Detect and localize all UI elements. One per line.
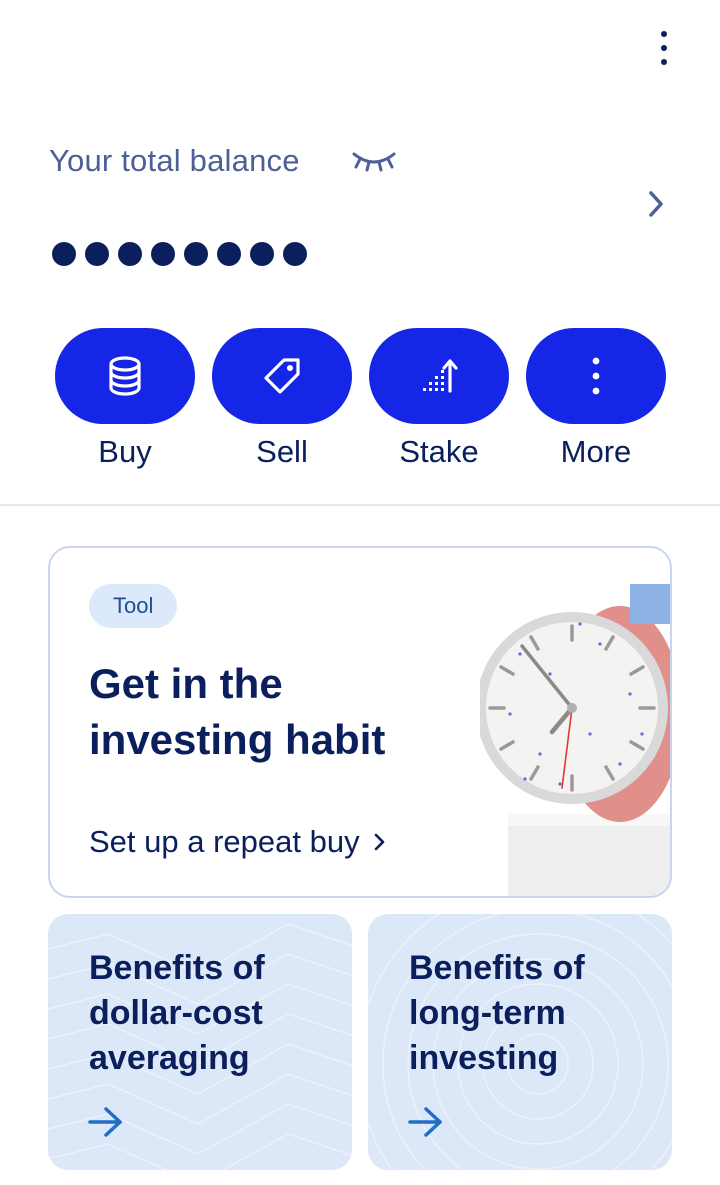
masked-digit bbox=[151, 242, 175, 266]
more-button-pill[interactable] bbox=[526, 328, 666, 424]
vertical-ellipsis-icon bbox=[661, 31, 667, 37]
article-card-dollar-cost-averaging[interactable]: Benefits of dollar-cost averaging bbox=[48, 914, 352, 1170]
tool-badge: Tool bbox=[89, 584, 178, 628]
repeat-buy-promo-card[interactable]: Tool Get in the investing habit Set up a… bbox=[48, 546, 672, 898]
price-tag-icon bbox=[264, 358, 300, 394]
quick-actions: Buy Sell Stake More bbox=[55, 328, 666, 470]
hidden-balance-value bbox=[52, 242, 307, 266]
overflow-menu-button[interactable] bbox=[644, 28, 684, 68]
coins-stack-icon bbox=[109, 356, 141, 396]
masked-digit bbox=[184, 242, 208, 266]
promo-title: Get in the investing habit bbox=[89, 660, 386, 763]
chevron-right-icon bbox=[374, 833, 384, 851]
stake-arrow-up-icon bbox=[423, 359, 458, 393]
more-button[interactable]: More bbox=[526, 328, 666, 470]
masked-digit bbox=[217, 242, 241, 266]
masked-digit bbox=[85, 242, 109, 266]
masked-digit bbox=[52, 242, 76, 266]
arrow-right-icon bbox=[88, 1107, 122, 1137]
article-cards: Benefits of dollar-cost averaging Benefi… bbox=[48, 914, 672, 1170]
masked-digit bbox=[118, 242, 142, 266]
stake-label: Stake bbox=[399, 434, 479, 469]
masked-digit bbox=[250, 242, 274, 266]
repeat-buy-link-label: Set up a repeat buy bbox=[89, 824, 360, 859]
hide-balance-toggle[interactable] bbox=[348, 140, 400, 180]
card-title: Benefits of long-term investing bbox=[409, 949, 585, 1077]
masked-digit bbox=[283, 242, 307, 266]
ellipsis-dot bbox=[661, 59, 667, 65]
sell-button-pill[interactable] bbox=[212, 328, 352, 424]
buy-label: Buy bbox=[98, 434, 152, 469]
arrow-right-icon bbox=[408, 1107, 442, 1137]
clock-illustration bbox=[480, 584, 670, 896]
section-divider bbox=[0, 504, 720, 506]
stake-button[interactable]: Stake bbox=[369, 328, 509, 470]
vertical-ellipsis-icon bbox=[592, 357, 600, 395]
stake-button-pill[interactable] bbox=[369, 328, 509, 424]
chevron-right-icon bbox=[649, 191, 663, 217]
buy-button[interactable]: Buy bbox=[55, 328, 195, 470]
balance-details-button[interactable] bbox=[636, 184, 676, 224]
sell-button[interactable]: Sell bbox=[212, 328, 352, 470]
balance-label: Your total balance bbox=[49, 143, 300, 178]
sell-label: Sell bbox=[256, 434, 308, 469]
card-title: Benefits of dollar-cost averaging bbox=[89, 949, 265, 1077]
more-label: More bbox=[560, 434, 632, 469]
ellipsis-dot bbox=[661, 45, 667, 51]
repeat-buy-link[interactable]: Set up a repeat buy bbox=[89, 824, 386, 860]
article-card-long-term-investing[interactable]: Benefits of long-term investing bbox=[368, 914, 672, 1170]
buy-button-pill[interactable] bbox=[55, 328, 195, 424]
eye-closed-icon bbox=[352, 152, 396, 172]
